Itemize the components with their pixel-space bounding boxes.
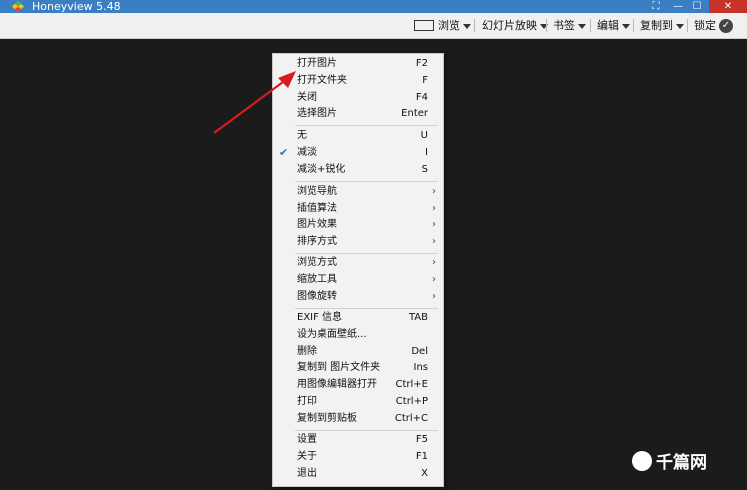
watermark: 千篇网 [632,451,707,474]
watermark-text: 千篇网 [656,453,707,473]
watermark-logo-icon [632,451,652,471]
annotation-arrow-icon [213,71,296,134]
